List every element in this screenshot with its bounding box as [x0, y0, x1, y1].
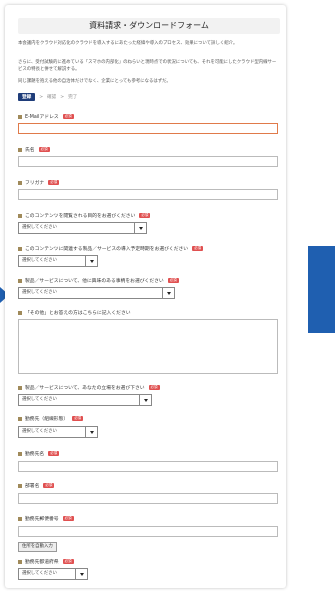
other-textarea[interactable] — [18, 319, 278, 374]
department-field[interactable] — [18, 493, 278, 504]
step-separator: > — [39, 94, 44, 100]
bullet-icon — [18, 516, 22, 521]
required-badge: 必須 — [43, 483, 55, 488]
intro-paragraph-1: 本会議内をクラウド対応化のクラウドを導入するにあたった経緯や導入のプロセス、効果… — [18, 41, 238, 46]
chevron-down-icon[interactable] — [134, 223, 146, 233]
company-name-label: 勤務先名 必須 — [18, 450, 60, 457]
email-field[interactable] — [18, 123, 278, 134]
chevron-down-icon[interactable] — [75, 569, 87, 579]
role-select[interactable]: 選択してください — [18, 394, 152, 406]
role-label: 製品／サービスについて、あなたの立場をお選び下さい 必須 — [18, 384, 160, 391]
zip-label: 勤務先郵便番号 必須 — [18, 515, 74, 522]
required-badge: 必須 — [72, 416, 84, 421]
bullet-icon — [18, 180, 22, 185]
chevron-down-icon[interactable] — [85, 427, 97, 437]
form-card: 資料請求・ダウンロードフォーム 本会議内をクラウド対応化のクラウドを導入するにあ… — [5, 5, 286, 588]
bullet-icon — [18, 483, 22, 488]
required-badge: 必須 — [139, 213, 151, 218]
purpose-label: このコンテンツを閲覧される目的をお選びください 必須 — [18, 212, 151, 219]
required-badge: 必須 — [38, 147, 50, 152]
bullet-icon — [18, 451, 22, 456]
required-badge: 必須 — [62, 559, 74, 564]
intro-paragraph-3: 同じ課題を抱える他の自治体だけでなく、企業にとっても参考になるはずだ。 — [18, 79, 171, 84]
required-badge: 必須 — [48, 451, 60, 456]
chevron-down-icon[interactable] — [162, 288, 174, 298]
furigana-field[interactable] — [18, 189, 278, 200]
zip-field[interactable] — [18, 526, 278, 537]
interest-label: 製品／サービスについて、他に興味のある事柄をお選びください 必須 — [18, 277, 179, 284]
bullet-icon — [18, 114, 22, 119]
department-label: 部署名 必須 — [18, 482, 55, 489]
company-type-select[interactable]: 選択してください — [18, 426, 98, 438]
required-badge: 必須 — [62, 516, 74, 521]
chevron-down-icon[interactable] — [85, 256, 97, 266]
required-badge: 必須 — [48, 180, 60, 185]
step-separator: > — [60, 94, 65, 100]
bullet-icon — [18, 385, 22, 390]
required-badge: 必須 — [167, 278, 179, 283]
required-badge: 必須 — [62, 114, 74, 119]
timing-select[interactable]: 選択してください — [18, 255, 98, 267]
form-title: 資料請求・ダウンロードフォーム — [18, 18, 280, 34]
intro-paragraph-2: さらに、受付試験的に進めている「スマホの内部化」のねらいと現時点での状況について… — [18, 60, 277, 72]
bullet-icon — [18, 416, 22, 421]
email-label: E-Mailアドレス 必須 — [18, 113, 74, 120]
step-register: 登録 — [18, 93, 36, 101]
required-badge: 必須 — [148, 385, 160, 390]
chevron-down-icon[interactable] — [139, 395, 151, 405]
bullet-icon — [18, 559, 22, 564]
progress-steps: 登録 > 確認 > 完了 — [18, 93, 77, 101]
company-type-label: 勤務先（組織形態） 必須 — [18, 415, 84, 422]
bullet-icon — [18, 278, 22, 283]
step-complete: 完了 — [68, 95, 78, 100]
bullet-icon — [18, 310, 22, 315]
prefecture-select[interactable]: 選択してください — [18, 568, 88, 580]
side-panel-tab[interactable] — [308, 246, 335, 333]
name-field[interactable] — [18, 156, 278, 167]
bullet-icon — [18, 246, 22, 251]
auto-fill-address-button[interactable]: 住所を自動入力 — [18, 542, 57, 552]
other-label: 「その他」とお答えの方はこちらに記入ください — [18, 309, 131, 316]
name-label: 氏名 必須 — [18, 146, 50, 153]
prefecture-label: 勤務先都道府県 必須 — [18, 558, 74, 565]
bullet-icon — [18, 147, 22, 152]
company-name-field[interactable] — [18, 461, 278, 472]
interest-select[interactable]: 選択してください — [18, 287, 175, 299]
step-confirm: 確認 — [47, 95, 57, 100]
furigana-label: フリガナ 必須 — [18, 179, 60, 186]
purpose-select[interactable]: 選択してください — [18, 222, 147, 234]
bullet-icon — [18, 213, 22, 218]
required-badge: 必須 — [192, 246, 204, 251]
timing-label: このコンテンツに関連する製品／サービスの導入予定時期をお選びください 必須 — [18, 245, 204, 252]
